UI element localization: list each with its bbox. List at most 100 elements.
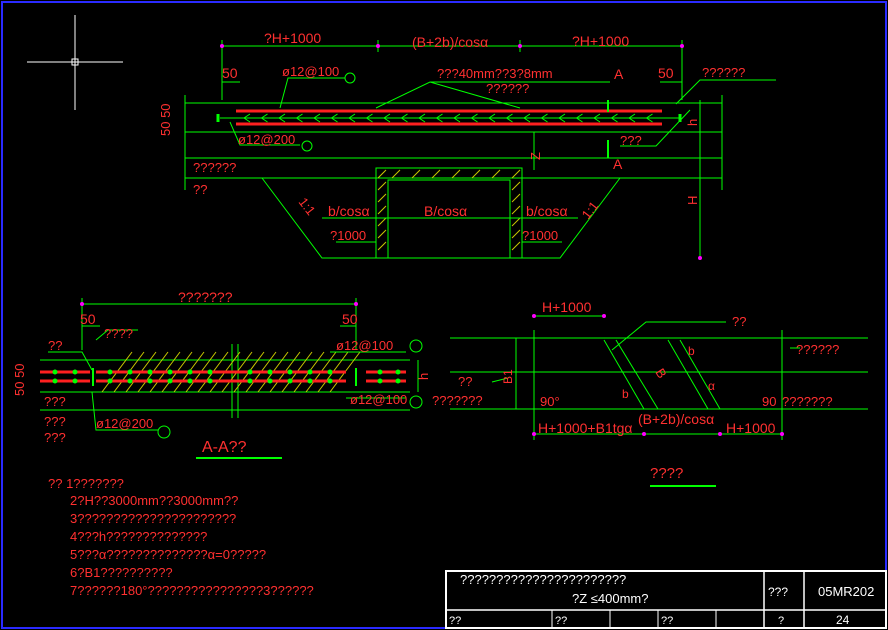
- section-dim-top: ???????: [178, 289, 233, 305]
- section-d50-right: 50: [342, 311, 358, 327]
- label-z: Z: [528, 152, 543, 160]
- section-mark-bottom: A: [613, 156, 623, 172]
- rebar-dot: [267, 378, 273, 384]
- section-label-h: h: [416, 373, 431, 380]
- rebar-dot: [72, 378, 78, 384]
- rebar-dot: [247, 369, 253, 375]
- rebar-dot: [127, 378, 133, 384]
- plan-label-B1: B1: [501, 369, 515, 384]
- label-2q: ??: [193, 182, 207, 197]
- rebar-dot: [247, 378, 253, 384]
- plan-dim-top: H+1000: [542, 299, 592, 315]
- note-line-7: 7??????180°????????????????3??????: [70, 583, 314, 598]
- title-block: ??????????????????????? ?Z ≤400mm? ??? 0…: [445, 570, 887, 629]
- d50-right: 50: [658, 65, 674, 81]
- plan-label-6q: ??????: [796, 342, 839, 357]
- note-sub: ??????: [486, 81, 529, 96]
- bcos-left: b/cosα: [328, 203, 370, 219]
- Bcos-label: B/cosα: [424, 203, 467, 219]
- plan-title: ????: [650, 465, 683, 482]
- title-line-2: ?Z ≤400mm?: [572, 591, 649, 606]
- section-left-c: ???: [44, 414, 66, 429]
- rebar-dot: [187, 378, 193, 384]
- d1000-right: ?1000: [522, 228, 558, 243]
- rebar-dot: [395, 378, 401, 384]
- section-mark-top: A: [614, 66, 624, 82]
- rebar-dot: [207, 369, 213, 375]
- plan-label-b1: b: [688, 344, 695, 358]
- rebar-dot: [377, 378, 383, 384]
- d50-left: 50: [222, 65, 238, 81]
- dim-mid-label: (B+2b)/cosα: [412, 34, 488, 50]
- rebar-dot: [107, 369, 113, 375]
- rebar-dot: [147, 369, 153, 375]
- bcos-right: b/cosα: [526, 203, 568, 219]
- rebar-dot: [327, 369, 333, 375]
- d1000-left: ?1000: [330, 228, 366, 243]
- note-top-right: ??????: [702, 65, 745, 80]
- label-H: H: [685, 196, 700, 205]
- rebar-dot: [327, 378, 333, 384]
- rebar-dot: [107, 378, 113, 384]
- section-rebar-bottom: ø12@200: [96, 416, 153, 431]
- plan-label-b2: b: [622, 387, 629, 401]
- plan-dim-bottom-mid: (B+2b)/cosα: [638, 411, 714, 427]
- section-right-7q: ???????: [432, 393, 483, 408]
- plan-label-7q: ???????: [782, 394, 833, 409]
- rebar-dot: [127, 369, 133, 375]
- label-6q: ??????: [193, 160, 236, 175]
- plan-label-2q: ??: [732, 314, 746, 329]
- section-left-d: ???: [44, 430, 66, 445]
- note-40mm: ???40mm??3?8mm: [437, 66, 553, 81]
- left-5050: 50 50: [158, 103, 173, 136]
- section-d50-left: 50: [80, 311, 96, 327]
- page-number: 24: [836, 613, 850, 627]
- title-r2c3: ??: [661, 615, 673, 627]
- rebar-bottom-label: ø12@200: [238, 132, 295, 147]
- rebar-dot: [307, 378, 313, 384]
- drawing-code: 05MR202: [818, 584, 874, 599]
- rebar-dot: [207, 378, 213, 384]
- cad-drawing-canvas[interactable]: ?H+1000 (B+2b)/cosα ?H+1000 50 50 A A ø1…: [0, 0, 888, 630]
- note-line-6: 6?B1??????????: [70, 565, 173, 580]
- plan-label-90b: 90: [762, 394, 776, 409]
- plan-dim-bottom-left: H+1000+B1tgα: [538, 420, 633, 436]
- title-r2c1: ??: [449, 615, 461, 627]
- section-rebar-r1: ø12@100: [336, 338, 393, 353]
- note-line-1: ?? 1???????: [48, 476, 124, 491]
- section-label-4q: ????: [104, 326, 133, 341]
- note-line-4: 4???h??????????????: [70, 529, 207, 544]
- plan-label-alpha: α: [708, 379, 715, 393]
- section-left-b: ???: [44, 394, 66, 409]
- rebar-dot: [307, 369, 313, 375]
- section-rebar-r2: ø12@100: [350, 392, 407, 407]
- rebar-dot: [167, 369, 173, 375]
- rebar-dot: [287, 369, 293, 375]
- label-qqq: ???: [620, 133, 642, 148]
- section-title: A-A??: [202, 439, 247, 456]
- section-left-a: ??: [48, 338, 62, 353]
- rebar-top-label: ø12@100: [282, 64, 339, 79]
- rebar-dot: [72, 369, 78, 375]
- note-line-5: 5???α??????????????α=0?????: [70, 547, 266, 562]
- rebar-dot: [187, 369, 193, 375]
- rebar-dot: [267, 369, 273, 375]
- note-line-3: 3??????????????????????: [70, 511, 236, 526]
- title-cell-a: ???: [768, 585, 788, 599]
- title-r2c4: ?: [778, 615, 784, 627]
- dim-left-label: ?H+1000: [264, 30, 321, 46]
- rebar-dot: [167, 378, 173, 384]
- rebar-dot: [377, 369, 383, 375]
- section-left-5050: 50 50: [12, 363, 27, 396]
- plan-label-left: ??: [458, 374, 472, 389]
- plan-dim-bottom-right: H+1000: [726, 420, 776, 436]
- rebar-dot: [52, 378, 58, 384]
- title-r2c2: ??: [555, 615, 567, 627]
- dim-right-label: ?H+1000: [572, 33, 629, 49]
- rebar-dot: [147, 378, 153, 384]
- title-line-1: ???????????????????????: [460, 572, 626, 587]
- rebar-dot: [52, 369, 58, 375]
- note-line-2: 2?H??3000mm??3000mm??: [70, 493, 238, 508]
- plan-label-90a: 90°: [540, 394, 560, 409]
- rebar-dot: [287, 378, 293, 384]
